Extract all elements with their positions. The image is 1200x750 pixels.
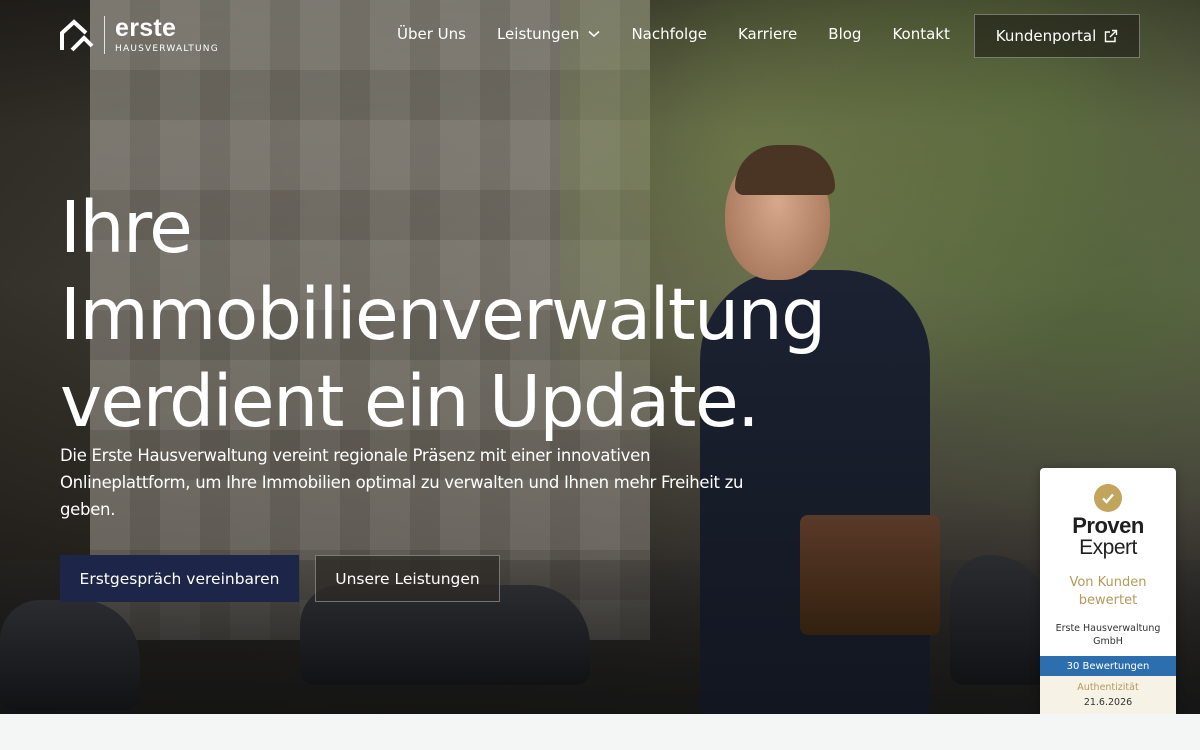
nav-label: Über Uns [397,25,466,43]
nav-item-leistungen[interactable]: Leistungen [497,25,600,43]
nav-item-blog[interactable]: Blog [828,25,861,43]
nav-item-karriere[interactable]: Karriere [738,25,797,43]
next-section-strip [0,714,1200,750]
brand-name: erste [115,14,177,42]
checkmark-icon [1094,484,1122,512]
proven-expert-tagline: Von Kunden bewertet [1069,575,1147,608]
nav-item-kontakt[interactable]: Kontakt [892,25,949,43]
proven-expert-authenticity: Authentizität 21.6.2026 [1040,676,1176,714]
nav-label: Nachfolge [631,25,707,43]
chevron-down-icon [588,30,600,38]
logo-text: erste HAUSVERWALTUNG [115,16,219,54]
site-logo[interactable]: erste HAUSVERWALTUNG [60,16,219,54]
background-car [0,600,140,710]
proven-expert-company: Erste Hausverwaltung GmbH [1055,623,1161,647]
unsere-leistungen-button[interactable]: Unsere Leistungen [315,555,500,602]
proven-expert-title: Expert [1079,536,1137,559]
nav-item-nachfolge[interactable]: Nachfolge [631,25,707,43]
main-nav: Über Uns Leistungen Nachfolge Karriere B… [397,23,981,45]
kundenportal-label: Kundenportal [995,27,1097,45]
nav-item-ueber-uns[interactable]: Über Uns [397,25,466,43]
proven-expert-title: Proven [1072,513,1144,538]
hero-person-bag [800,515,940,635]
authenticity-label: Authentizität [1077,682,1139,693]
proven-expert-badge[interactable]: Proven Expert Von Kunden bewertet Erste … [1040,468,1176,714]
headline-line: Ihre [60,186,193,269]
logo-house-icon [60,18,94,52]
nav-label: Kontakt [892,25,950,43]
external-link-icon [1105,29,1118,43]
headline-line: Immobilienverwaltung [60,273,826,356]
erstgespraech-button[interactable]: Erstgespräch vereinbaren [60,555,299,602]
brand-subtitle: HAUSVERWALTUNG [115,44,219,54]
background-car [950,555,1050,685]
proven-expert-reviews: 30 Bewertungen [1040,656,1176,676]
nav-label: Blog [828,25,862,43]
hero-headline: Ihre Immobilienverwaltung verdient ein U… [60,184,826,445]
nav-label: Karriere [737,25,798,43]
kundenportal-button[interactable]: Kundenportal [974,14,1140,58]
hero-subtext: Die Erste Hausverwaltung vereint regiona… [60,446,744,519]
nav-label: Leistungen [496,25,580,43]
logo-divider [104,16,105,54]
headline-line: verdient ein Update. [60,360,760,443]
authenticity-date: 21.6.2026 [1083,697,1133,708]
